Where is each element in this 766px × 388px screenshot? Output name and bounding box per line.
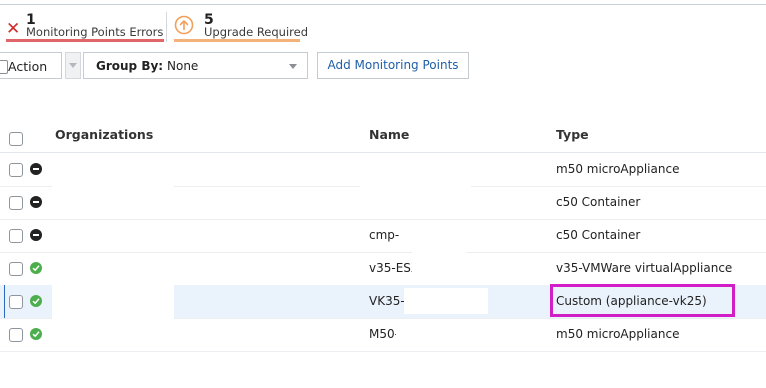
redaction-box bbox=[360, 186, 471, 219]
x-icon: ✕ bbox=[6, 19, 21, 39]
redaction-box bbox=[52, 318, 174, 351]
status-offline-icon bbox=[30, 163, 42, 175]
row-type: m50 microAppliance bbox=[556, 162, 680, 176]
row-checkbox[interactable] bbox=[9, 229, 23, 243]
row-name: M50- bbox=[369, 327, 399, 341]
redaction-box bbox=[412, 252, 466, 276]
row-type: c50 Container bbox=[556, 228, 641, 242]
top-border bbox=[0, 0, 766, 5]
arrow-up-circle-icon bbox=[174, 15, 194, 35]
errors-summary[interactable]: ✕ 1 Monitoring Points Errors bbox=[6, 12, 164, 42]
row-checkbox[interactable] bbox=[9, 196, 23, 210]
row-type: m50 microAppliance bbox=[556, 327, 680, 341]
table-header: Organizations Name Type bbox=[0, 116, 766, 153]
group-by-select[interactable]: Group By: None bbox=[83, 52, 308, 79]
row-checkbox[interactable] bbox=[9, 163, 23, 177]
upgrade-summary[interactable]: 5 Upgrade Required bbox=[174, 12, 308, 42]
redaction-box bbox=[52, 186, 174, 219]
row-checkbox[interactable] bbox=[9, 295, 23, 309]
row-type: v35-VMWare virtualAppliance bbox=[556, 261, 733, 275]
table-row[interactable]: v35-ESXi- v35-VMWare virtualAppliance bbox=[0, 252, 766, 286]
action-button[interactable]: Action bbox=[0, 52, 62, 79]
column-header-type[interactable]: Type bbox=[556, 127, 589, 142]
upgrade-underline bbox=[174, 39, 300, 42]
add-monitoring-points-button[interactable]: Add Monitoring Points bbox=[317, 52, 469, 79]
upgrade-label: Upgrade Required bbox=[204, 25, 309, 39]
status-online-icon bbox=[30, 295, 42, 307]
action-dropdown-toggle[interactable] bbox=[65, 52, 81, 79]
status-offline-icon bbox=[30, 229, 42, 241]
redaction-box bbox=[396, 321, 478, 347]
group-by-label: Group By: bbox=[96, 59, 164, 73]
row-type: c50 Container bbox=[556, 195, 641, 209]
row-checkbox[interactable] bbox=[9, 262, 23, 276]
redaction-box bbox=[52, 285, 174, 318]
annotation-highlight-box bbox=[550, 284, 735, 317]
column-header-organizations[interactable]: Organizations bbox=[55, 127, 153, 142]
redaction-box bbox=[404, 288, 488, 314]
row-name: cmp- bbox=[369, 228, 400, 242]
select-all-mini-checkbox[interactable] bbox=[0, 60, 8, 74]
chevron-down-icon bbox=[289, 64, 297, 69]
status-offline-icon bbox=[30, 196, 42, 208]
summary-divider bbox=[166, 12, 167, 42]
status-online-icon bbox=[30, 328, 42, 340]
row-name: VK35- bbox=[369, 294, 405, 308]
column-header-name[interactable]: Name bbox=[369, 127, 409, 142]
group-by-value: None bbox=[167, 59, 199, 73]
row-checkbox[interactable] bbox=[9, 328, 23, 342]
action-label: Action bbox=[8, 59, 48, 74]
select-all-checkbox[interactable] bbox=[9, 132, 23, 146]
errors-underline bbox=[6, 39, 164, 42]
chevron-down-icon bbox=[69, 63, 77, 68]
status-online-icon bbox=[30, 262, 42, 274]
table-row[interactable]: cmp- c50 Container bbox=[0, 219, 766, 253]
errors-label: Monitoring Points Errors bbox=[26, 25, 164, 39]
redaction-box bbox=[337, 153, 471, 183]
